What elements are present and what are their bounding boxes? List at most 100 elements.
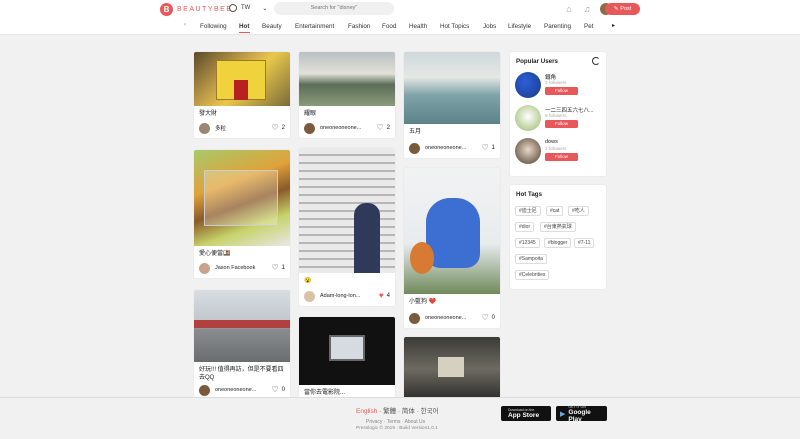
tag-chip[interactable]: #dior	[515, 222, 535, 232]
home-icon[interactable]: ⌂	[564, 4, 574, 14]
post-username[interactable]: oneoneoneone...	[425, 145, 481, 151]
refresh-icon[interactable]	[592, 57, 600, 65]
lang-traditional-chinese[interactable]: 繁體	[383, 408, 396, 415]
tab-hot-topics[interactable]: Hot Topics	[440, 23, 469, 30]
tab-parenting[interactable]: Parenting	[544, 23, 571, 30]
popular-user-name[interactable]: dows	[545, 139, 558, 145]
post-username[interactable]: oneoneoneone...	[425, 315, 481, 321]
copyright: Presslogic © 2019 · Build Version1.0.1	[356, 426, 438, 431]
tab-fashion[interactable]: Fashion	[348, 23, 370, 30]
post-image[interactable]	[299, 148, 395, 273]
tag-chip[interactable]: #吃人	[568, 206, 589, 216]
category-nav: ‹ Following Hot Beauty Entertainment Fas…	[0, 18, 800, 35]
follow-button[interactable]: Follow	[545, 153, 578, 161]
post-image[interactable]	[194, 150, 290, 246]
avatar[interactable]	[515, 72, 541, 98]
tag-chip[interactable]: #12345	[515, 238, 540, 248]
tab-jobs[interactable]: Jobs	[483, 23, 496, 30]
post-image[interactable]	[299, 317, 395, 385]
tag-chip[interactable]: #迪士尼	[515, 206, 541, 216]
tab-food[interactable]: Food	[382, 23, 396, 30]
post-card[interactable]: 耀眼 oneoneoneone... ♡ 2	[299, 52, 395, 138]
post-card[interactable]: 發大財 多粒 ♡ 2	[194, 52, 290, 138]
post-username[interactable]: oneoneoneone...	[320, 125, 376, 131]
post-image[interactable]	[194, 290, 290, 362]
post-image[interactable]	[404, 168, 500, 294]
avatar[interactable]	[409, 142, 420, 154]
tab-hot[interactable]: Hot	[239, 23, 250, 33]
about-link[interactable]: About Us	[405, 419, 426, 425]
like-count: 1	[281, 265, 285, 271]
top-bar: B BEAUTYBEE TW ⌄ ⌂ ♫ ▾ ✎ Post	[0, 0, 800, 18]
post-username[interactable]: Jason Facebook	[215, 265, 271, 271]
tag-chip[interactable]: #Sampoita	[515, 254, 547, 264]
hot-tags-panel: Hot Tags #迪士尼 #cat #吃人 #dior #台東熱氣球 #123…	[510, 185, 606, 289]
nav-left-arrow-icon[interactable]: ‹	[184, 22, 186, 28]
globe-icon	[229, 4, 237, 12]
terms-link[interactable]: Terms	[387, 419, 401, 425]
tab-beauty[interactable]: Beauty	[262, 23, 282, 30]
post-card[interactable]: 😮 Adam-long-lon... ♥ 4	[299, 148, 395, 306]
post-image[interactable]	[299, 52, 395, 106]
avatar[interactable]	[304, 290, 315, 302]
tab-lifestyle[interactable]: Lifestyle	[508, 23, 531, 30]
tag-chip[interactable]: #Celebrities	[515, 270, 550, 280]
post-title: 當你去電影院...	[304, 390, 346, 396]
logo[interactable]: B BEAUTYBEE	[160, 3, 233, 16]
post-username[interactable]: oneoneoneone...	[215, 387, 271, 393]
post-image[interactable]	[404, 337, 500, 401]
post-card[interactable]	[404, 337, 500, 401]
bell-icon[interactable]: ♫	[582, 4, 592, 14]
lang-simplified-chinese[interactable]: 简体	[402, 408, 415, 415]
post-card[interactable]: 五月 oneoneoneone... ♡ 1	[404, 52, 500, 158]
heart-icon[interactable]: ♡	[481, 144, 488, 152]
tab-following[interactable]: Following	[200, 23, 227, 30]
tab-entertainment[interactable]: Entertainment	[295, 23, 334, 30]
image-content	[426, 198, 480, 268]
region-selector[interactable]: TW ⌄	[229, 4, 267, 12]
avatar[interactable]	[409, 312, 420, 324]
app-store-badge[interactable]: Download on the App Store	[501, 406, 551, 421]
search-input[interactable]	[274, 2, 394, 15]
post-card[interactable]: 好玩!!! 值得再訪，但是不要看四去QQ oneoneoneone... ♡ 0	[194, 290, 290, 400]
avatar[interactable]	[515, 138, 541, 164]
avatar[interactable]	[515, 105, 541, 131]
heart-icon[interactable]: ♡	[481, 314, 488, 322]
heart-icon[interactable]: ♡	[376, 124, 383, 132]
avatar[interactable]	[199, 384, 210, 396]
nav-right-arrow-icon[interactable]: ▸	[612, 22, 615, 29]
post-button[interactable]: ✎ Post	[605, 3, 640, 15]
popular-user: 鐵角 3 followers Follow	[515, 72, 605, 100]
google-play-badge[interactable]: ▶ GET IT ON Google Play	[556, 405, 607, 423]
tab-health[interactable]: Health	[409, 23, 427, 30]
avatar[interactable]	[304, 122, 315, 134]
follow-button[interactable]: Follow	[545, 87, 578, 95]
popular-users-title: Popular Users	[516, 58, 558, 65]
avatar[interactable]	[199, 262, 210, 274]
post-username[interactable]: 多粒	[215, 124, 271, 132]
tag-chip[interactable]: #blogger	[544, 238, 572, 248]
google-play-large: Google Play	[568, 408, 591, 423]
post-username[interactable]: Adam-long-lon...	[320, 293, 379, 299]
tab-pet[interactable]: Pet	[584, 23, 593, 30]
tag-chip[interactable]: #台東熱氣球	[540, 222, 576, 232]
tag-chip[interactable]: #cat	[546, 206, 564, 216]
lang-english[interactable]: English	[356, 408, 377, 415]
post-image[interactable]	[194, 52, 290, 106]
heart-icon[interactable]: ♥	[379, 292, 384, 300]
post-title: 五月	[409, 129, 422, 135]
privacy-link[interactable]: Privacy	[366, 419, 382, 425]
tag-chip[interactable]: #7-11	[574, 238, 595, 248]
heart-icon[interactable]: ♡	[271, 386, 278, 394]
avatar[interactable]	[199, 122, 210, 134]
heart-icon[interactable]: ♡	[271, 264, 278, 272]
heart-icon[interactable]: ♡	[271, 124, 278, 132]
lang-korean[interactable]: 한국어	[421, 408, 439, 415]
image-content	[234, 80, 248, 100]
post-card[interactable]: 愛心便當🍱 Jason Facebook ♡ 1	[194, 150, 290, 278]
post-card[interactable]: 當你去電影院...	[299, 317, 395, 401]
pencil-icon: ✎	[613, 6, 619, 12]
follow-button[interactable]: Follow	[545, 120, 578, 128]
post-card[interactable]: 小藍狗 ❤️ oneoneoneone... ♡ 0	[404, 168, 500, 328]
post-image[interactable]	[404, 52, 500, 124]
